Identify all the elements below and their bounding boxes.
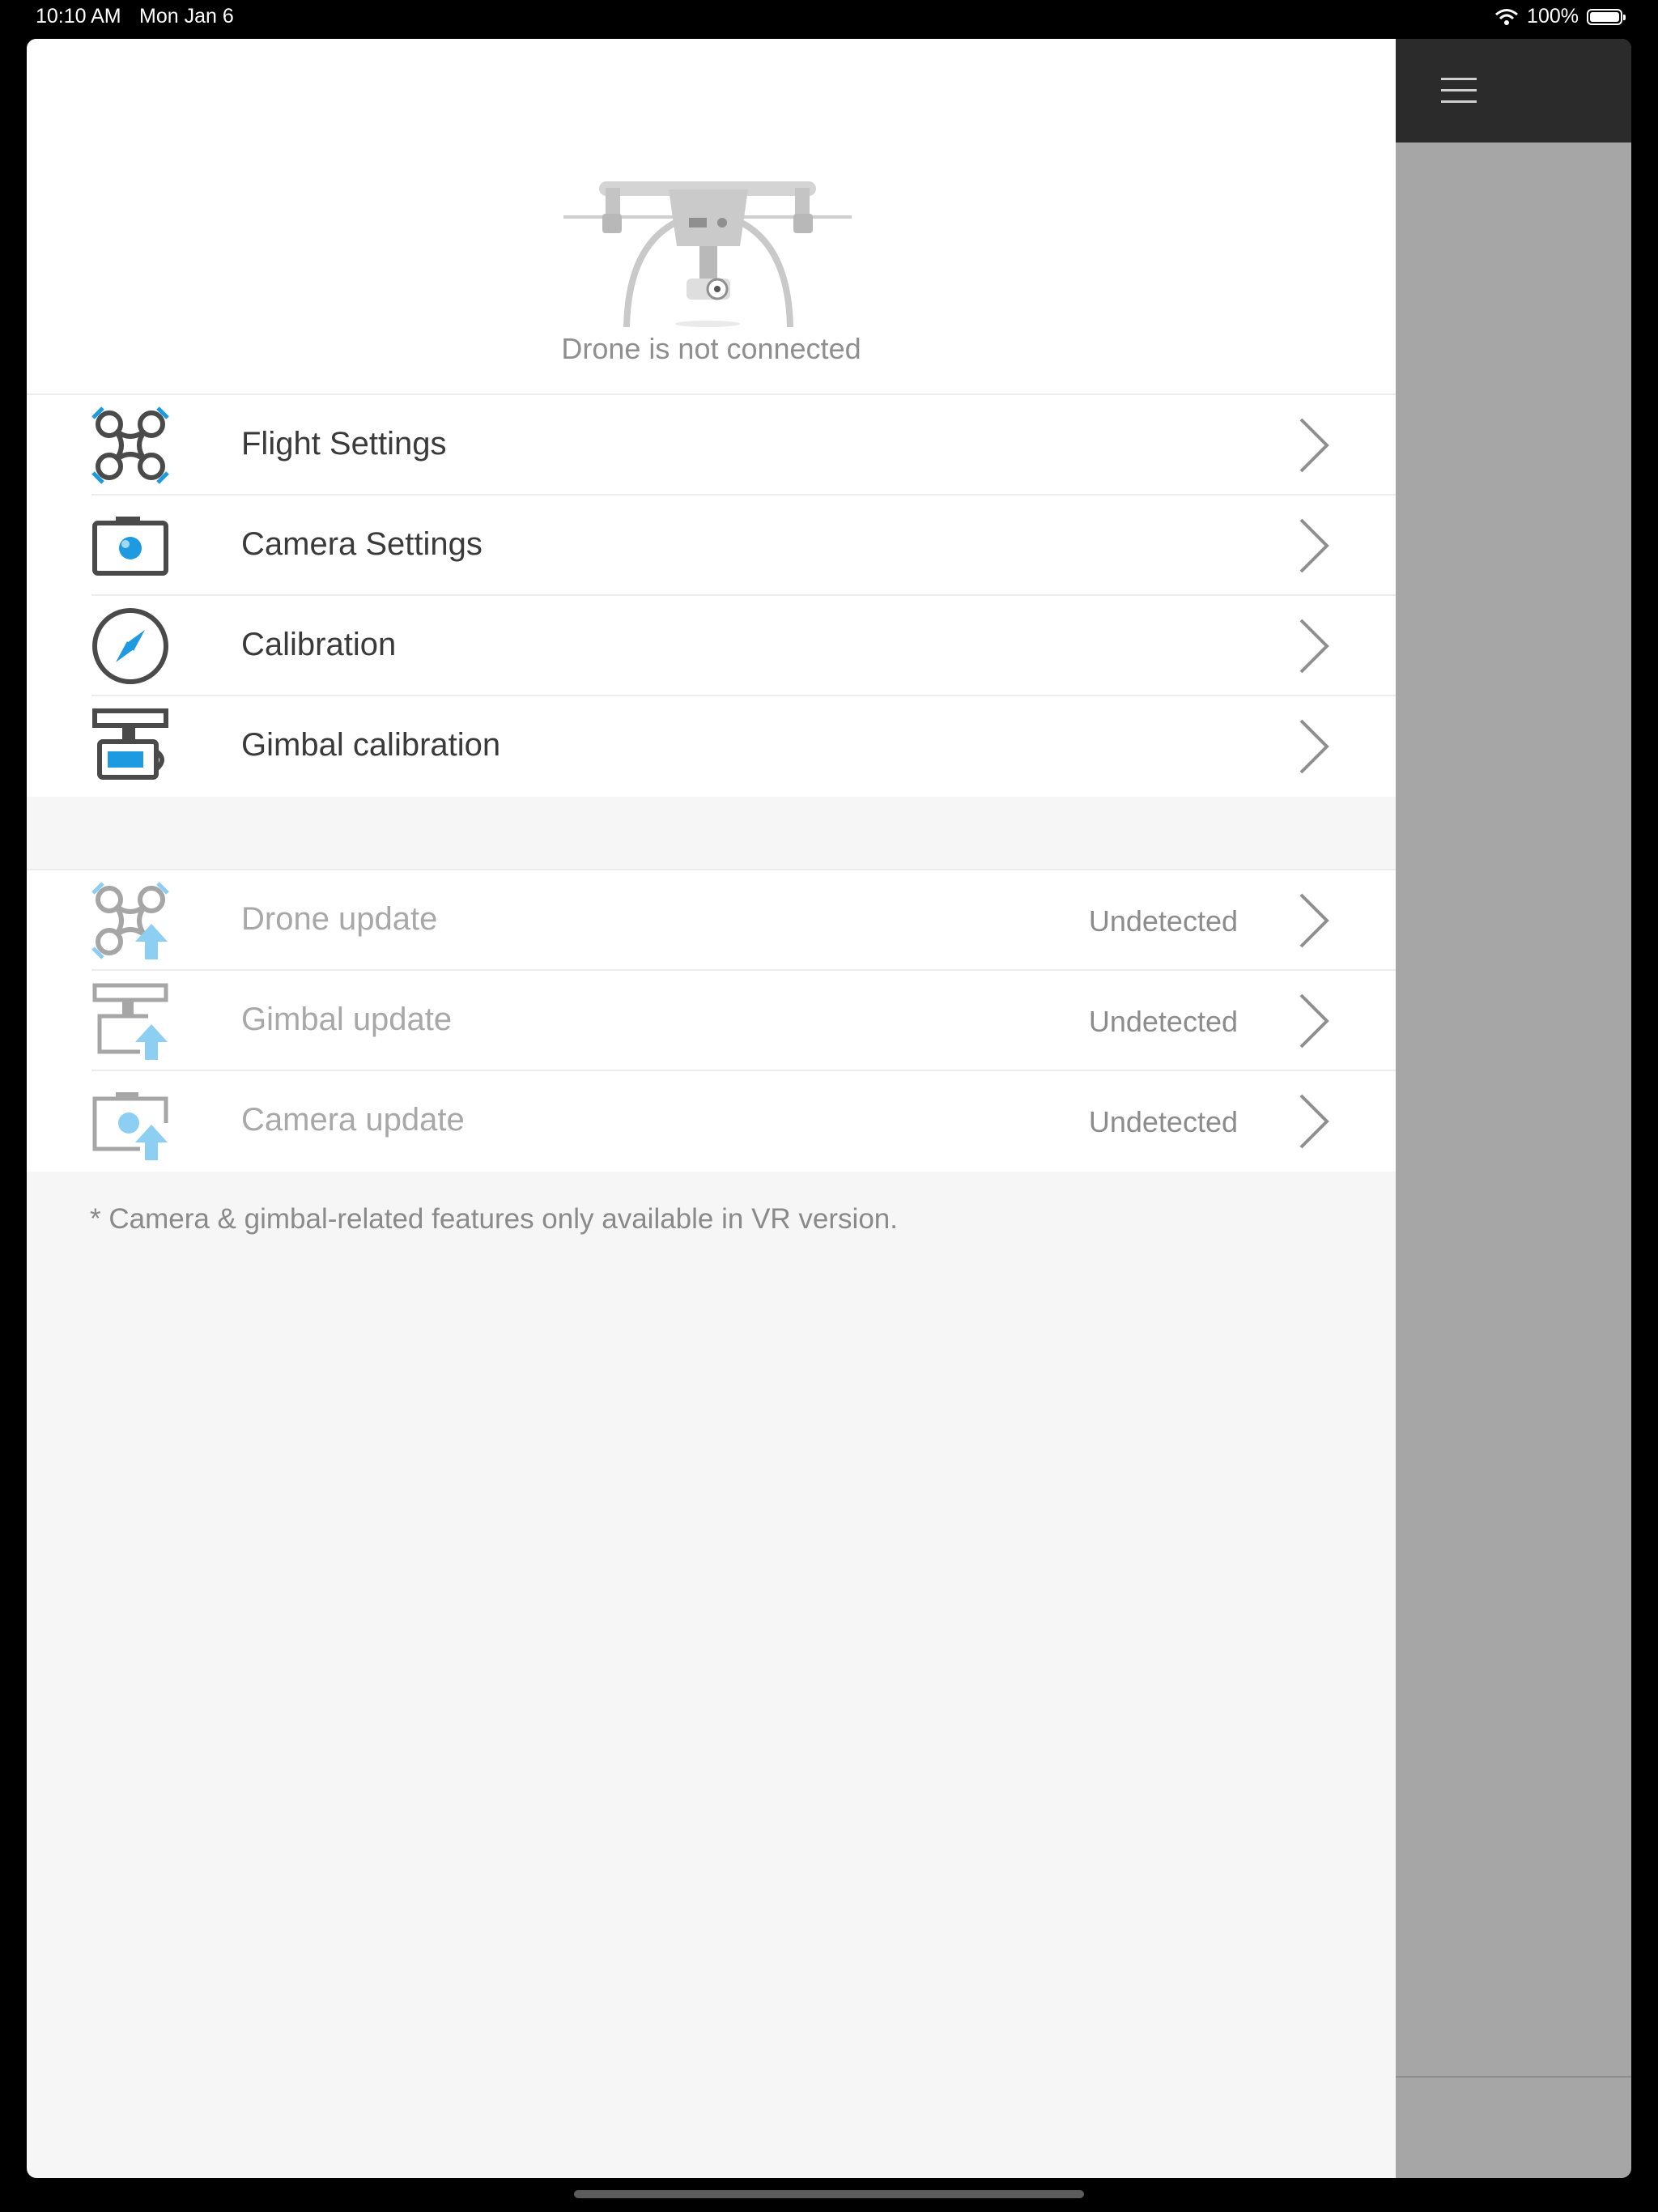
updates-list: Drone update Undetected Gimbal update Un… — [27, 869, 1396, 1172]
gimbal-icon — [92, 708, 168, 780]
row-label: Gimbal update — [241, 1002, 453, 1037]
camera-update-icon — [92, 1092, 168, 1160]
drone-status-panel: Drone is not connected — [27, 39, 1396, 395]
gimbal-update-icon — [92, 983, 168, 1060]
calibration-row[interactable]: Calibration — [27, 596, 1396, 696]
row-label: Camera update — [241, 1102, 465, 1138]
update-status: Undetected — [1088, 1005, 1238, 1038]
camera-icon — [92, 517, 168, 576]
status-bar: 10:10 AM Mon Jan 6 100% — [0, 0, 1658, 37]
chevron-right-icon — [1299, 518, 1329, 573]
chevron-right-icon — [1299, 893, 1329, 948]
chevron-right-icon — [1299, 719, 1329, 774]
row-label: Calibration — [241, 627, 397, 662]
footnote: * Camera & gimbal-related features only … — [90, 1203, 898, 1235]
background-app-header — [1396, 39, 1631, 143]
update-status: Undetected — [1088, 1105, 1238, 1138]
camera-update-row[interactable]: Camera update Undetected — [27, 1071, 1396, 1172]
chevron-right-icon — [1299, 1094, 1329, 1149]
compass-icon — [92, 608, 168, 684]
home-indicator[interactable] — [574, 2190, 1084, 2198]
flight-settings-row[interactable]: Flight Settings — [27, 395, 1396, 496]
row-label: Flight Settings — [241, 426, 447, 462]
settings-list: Flight Settings Camera Settings Calibrat… — [27, 395, 1396, 797]
row-label: Camera Settings — [241, 526, 483, 562]
drone-update-icon — [91, 882, 169, 959]
drone-illustration — [563, 181, 852, 327]
divider — [1396, 2076, 1631, 2078]
chevron-right-icon — [1299, 418, 1329, 473]
hamburger-menu-icon[interactable] — [1441, 74, 1477, 107]
drone-connection-status: Drone is not connected — [561, 332, 861, 365]
gimbal-calibration-row[interactable]: Gimbal calibration — [27, 696, 1396, 797]
settings-drawer: Drone is not connected Flight Settings C… — [27, 39, 1396, 2178]
gimbal-update-row[interactable]: Gimbal update Undetected — [27, 971, 1396, 1071]
drone-icon — [91, 406, 169, 484]
chevron-right-icon — [1299, 619, 1329, 674]
chevron-right-icon — [1299, 993, 1329, 1049]
status-time: 10:10 AM — [36, 5, 121, 28]
drone-update-row[interactable]: Drone update Undetected — [27, 870, 1396, 971]
battery-icon — [1587, 8, 1626, 25]
background-app[interactable] — [1396, 39, 1631, 2178]
row-label: Gimbal calibration — [241, 727, 501, 763]
camera-settings-row[interactable]: Camera Settings — [27, 496, 1396, 596]
status-right: 100% — [1494, 5, 1626, 28]
update-status: Undetected — [1088, 904, 1238, 938]
wifi-icon — [1495, 8, 1519, 25]
row-label: Drone update — [241, 901, 438, 937]
battery-percent: 100% — [1527, 5, 1579, 28]
status-date: Mon Jan 6 — [139, 5, 234, 28]
